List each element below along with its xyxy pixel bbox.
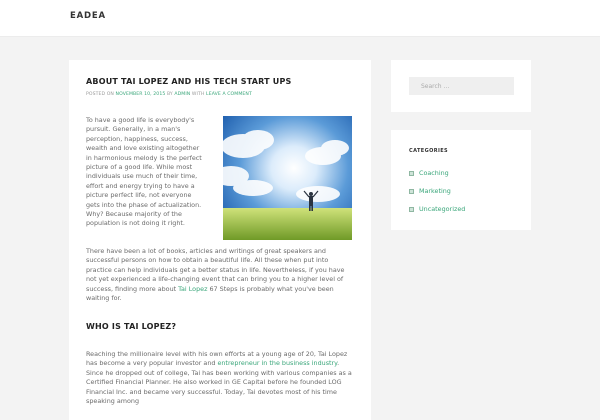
folder-icon [409,206,414,212]
search-input[interactable] [409,77,514,95]
folder-icon [409,188,414,194]
tai-lopez-link[interactable]: Tai Lopez [178,285,207,293]
site-title[interactable]: EADEA [70,11,106,21]
entrepreneur-link[interactable]: entrepreneur in the business industry [217,359,337,367]
intro-paragraph: To have a good life is everybody's pursu… [86,116,202,228]
categories-title: CATEGORIES [409,148,449,154]
category-item-uncategorized[interactable]: Uncategorized [409,204,465,214]
category-item-coaching[interactable]: Coaching [409,168,449,178]
post-article: ABOUT TAI LOPEZ AND HIS TECH START UPS P… [69,60,371,420]
post-title[interactable]: ABOUT TAI LOPEZ AND HIS TECH START UPS [86,77,366,86]
folder-icon [409,170,414,176]
search-widget [391,60,531,112]
meta-posted-on: POSTED ON [86,92,114,97]
category-label[interactable]: Marketing [419,187,451,195]
meta-with: WITH [191,92,205,97]
site-header: EADEA [0,0,600,37]
hero-image [223,116,352,240]
body-paragraph: Reaching the millionaire level with his … [86,350,356,406]
post-date-link[interactable]: NOVEMBER 10, 2015 [116,92,166,97]
category-item-marketing[interactable]: Marketing [409,186,451,196]
body-paragraph: There have been a lot of books, articles… [86,247,356,303]
categories-widget: CATEGORIES Coaching Marketing Uncategori… [391,130,531,230]
category-label[interactable]: Uncategorized [419,205,465,213]
section-heading: WHO IS TAI LOPEZ? [86,322,177,331]
meta-by: BY [166,92,173,97]
leave-comment-link[interactable]: LEAVE A COMMENT [206,92,252,97]
post-meta: POSTED ON NOVEMBER 10, 2015 BY ADMIN WIT… [86,92,371,97]
category-label[interactable]: Coaching [419,169,449,177]
author-link[interactable]: ADMIN [174,92,190,97]
